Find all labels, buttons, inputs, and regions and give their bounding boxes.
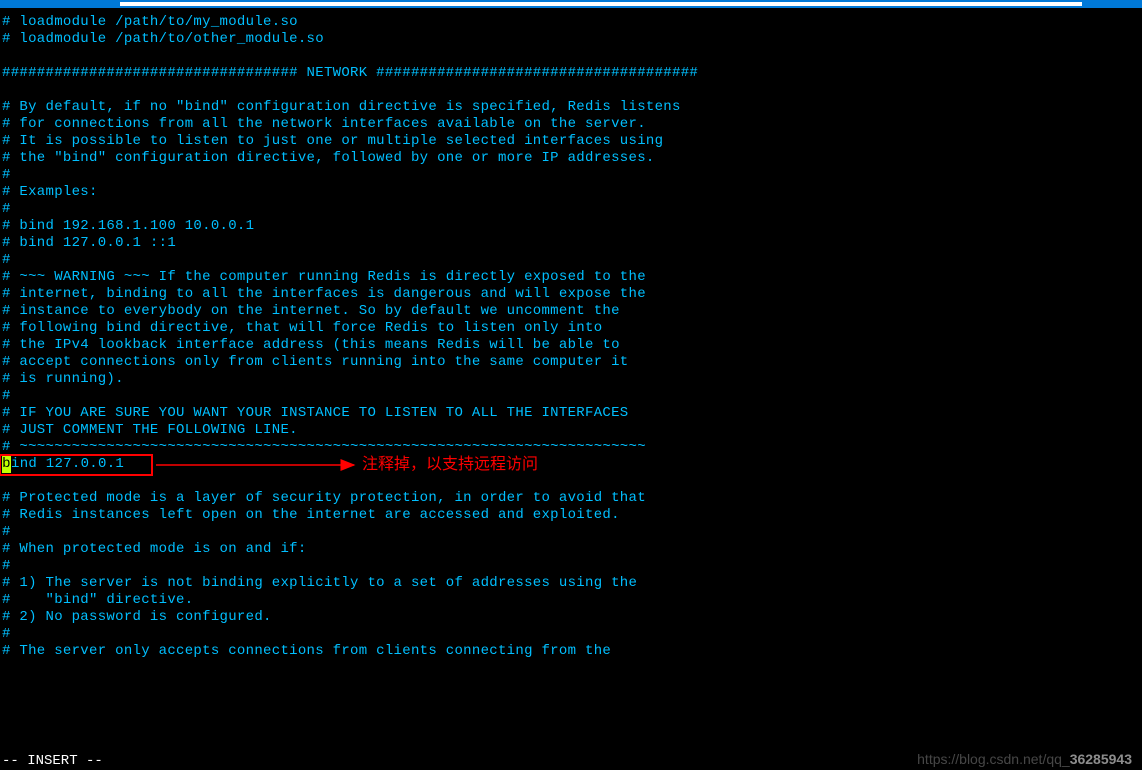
code-line: # instance to everybody on the internet.…	[2, 303, 698, 320]
code-line: # It is possible to listen to just one o…	[2, 133, 698, 150]
code-line: # Redis instances left open on the inter…	[2, 507, 698, 524]
code-line: # loadmodule /path/to/my_module.so	[2, 14, 698, 31]
code-line: #	[2, 388, 698, 405]
code-line: #	[2, 252, 698, 269]
code-line: # Examples:	[2, 184, 698, 201]
code-line: # the "bind" configuration directive, fo…	[2, 150, 698, 167]
code-line: ################################## NETWO…	[2, 65, 698, 82]
window-titlebar	[0, 0, 1142, 8]
code-line: # ~~~ WARNING ~~~ If the computer runnin…	[2, 269, 698, 286]
code-line: # following bind directive, that will fo…	[2, 320, 698, 337]
code-line	[2, 48, 698, 65]
bind-line[interactable]: bind 127.0.0.1	[2, 456, 698, 473]
code-line: # loadmodule /path/to/other_module.so	[2, 31, 698, 48]
code-line: #	[2, 626, 698, 643]
watermark-url: https://blog.csdn.net/qq_	[917, 751, 1070, 767]
code-line: # 2) No password is configured.	[2, 609, 698, 626]
watermark-id: 36285943	[1070, 751, 1132, 767]
code-line	[2, 82, 698, 99]
code-line: # bind 192.168.1.100 10.0.0.1	[2, 218, 698, 235]
titlebar-address-strip	[120, 2, 1082, 6]
code-line: #	[2, 201, 698, 218]
code-line: # accept connections only from clients r…	[2, 354, 698, 371]
code-line	[2, 473, 698, 490]
watermark: https://blog.csdn.net/qq_36285943	[917, 751, 1132, 768]
code-line: # Protected mode is a layer of security …	[2, 490, 698, 507]
code-line: # By default, if no "bind" configuration…	[2, 99, 698, 116]
cursor: b	[2, 456, 11, 473]
code-line: # ~~~~~~~~~~~~~~~~~~~~~~~~~~~~~~~~~~~~~~…	[2, 439, 698, 456]
code-line: # When protected mode is on and if:	[2, 541, 698, 558]
code-line: #	[2, 167, 698, 184]
terminal-editor[interactable]: # loadmodule /path/to/my_module.so# load…	[0, 14, 698, 660]
code-line: # The server only accepts connections fr…	[2, 643, 698, 660]
code-line: # for connections from all the network i…	[2, 116, 698, 133]
code-line: # the IPv4 lookback interface address (t…	[2, 337, 698, 354]
code-line: # IF YOU ARE SURE YOU WANT YOUR INSTANCE…	[2, 405, 698, 422]
code-line: # "bind" directive.	[2, 592, 698, 609]
bind-line-text: ind 127.0.0.1	[11, 456, 124, 472]
code-line: # is running).	[2, 371, 698, 388]
code-line: # internet, binding to all the interface…	[2, 286, 698, 303]
code-line: # 1) The server is not binding explicitl…	[2, 575, 698, 592]
code-line: #	[2, 558, 698, 575]
code-line: # bind 127.0.0.1 ::1	[2, 235, 698, 252]
code-line: # JUST COMMENT THE FOLLOWING LINE.	[2, 422, 698, 439]
code-line: #	[2, 524, 698, 541]
annotation-text: 注释掉，以支持远程访问	[362, 456, 538, 473]
